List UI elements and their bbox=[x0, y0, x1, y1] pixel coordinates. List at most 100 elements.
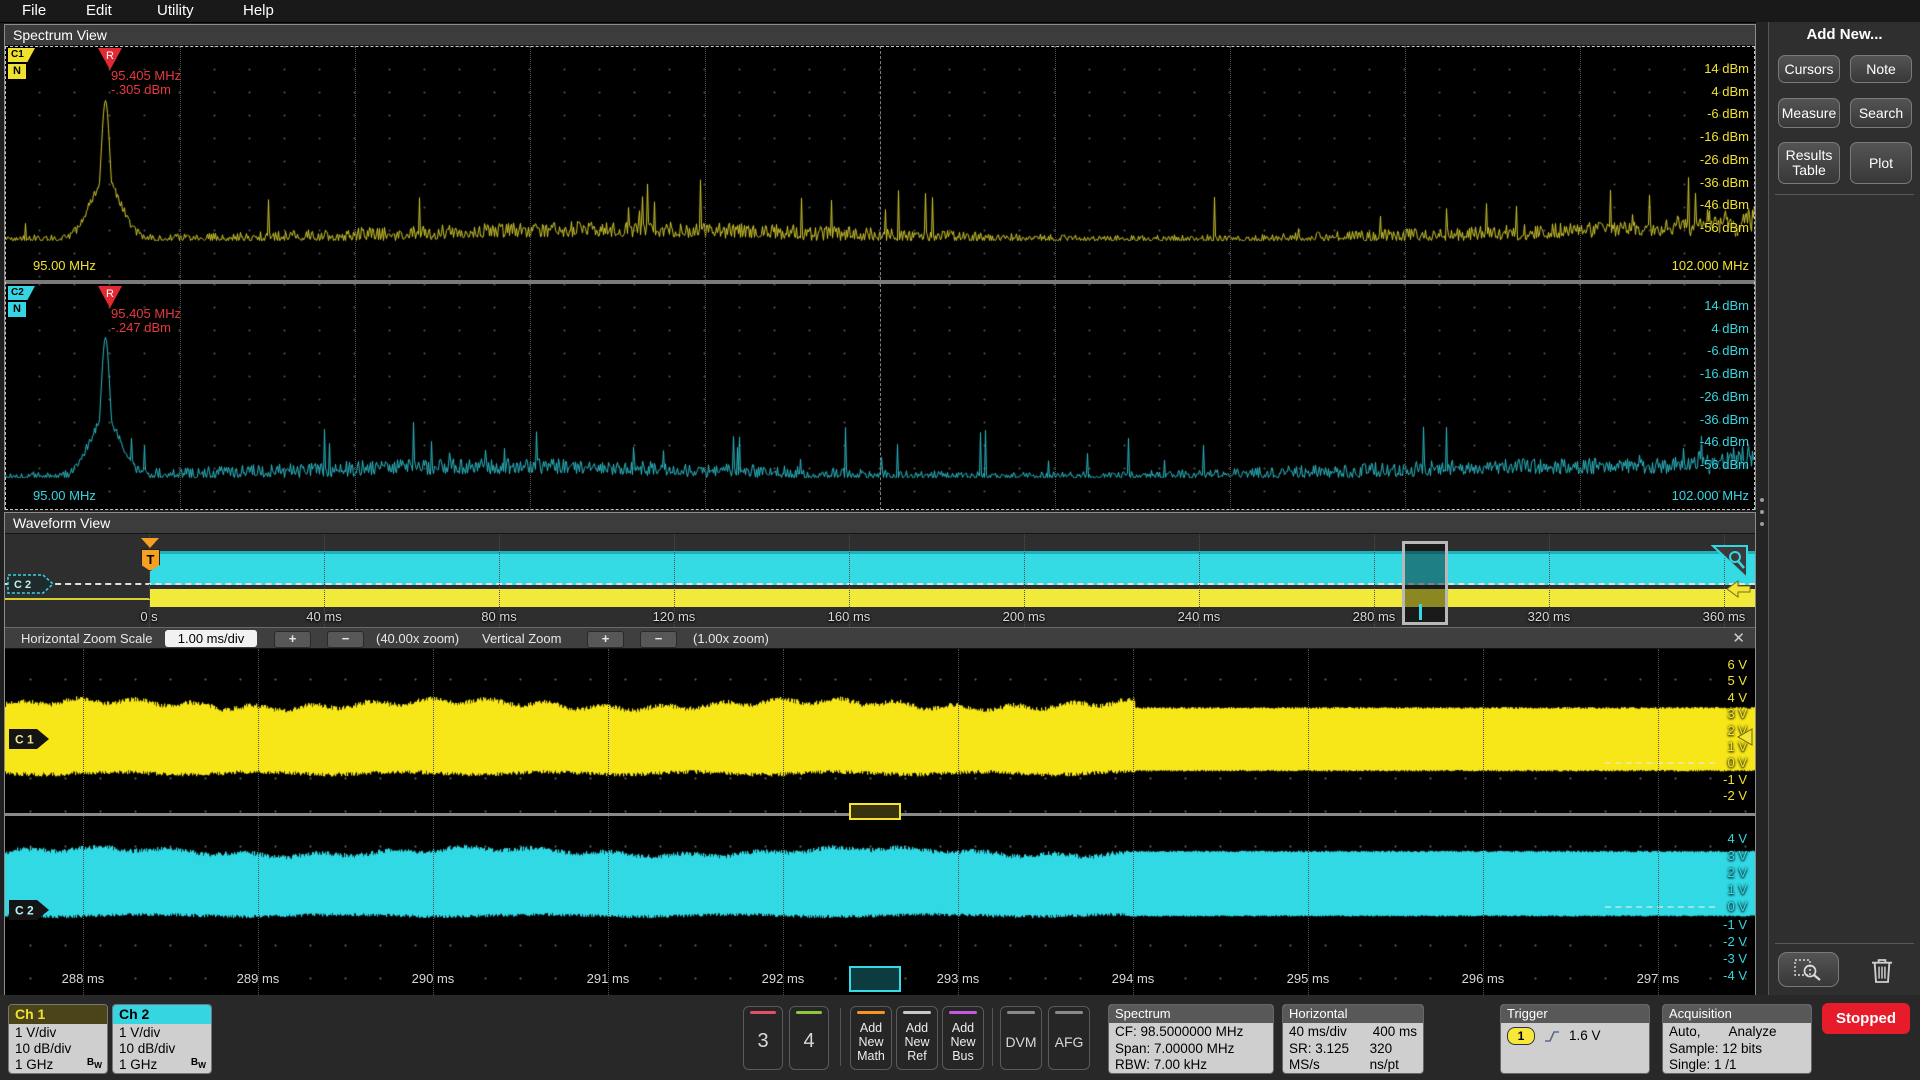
channel-1-badge[interactable]: Ch 1 1 V/div 10 dB/div 1 GHz BW bbox=[8, 1004, 108, 1074]
svg-text:C 2: C 2 bbox=[14, 579, 31, 591]
trigger-level-arrow-icon[interactable] bbox=[1737, 728, 1755, 746]
overview-time-label: 320 ms bbox=[1528, 609, 1571, 624]
channel-3-button[interactable]: 3 bbox=[743, 1006, 783, 1070]
h-zoom-scale-label: Horizontal Zoom Scale bbox=[21, 631, 153, 646]
measure-button[interactable]: Measure bbox=[1778, 98, 1840, 128]
plot-button[interactable]: Plot bbox=[1850, 142, 1912, 184]
trigger-level: 1.6 V bbox=[1569, 1028, 1601, 1045]
trigger-position-icon[interactable] bbox=[141, 538, 159, 548]
dbm-axis-label: -16 dBm bbox=[1700, 366, 1749, 381]
spectrum-view-panel: Spectrum View C1 N R 95.405 MHz -.305 dB… bbox=[4, 24, 1756, 510]
freq-start-label: 95.00 MHz bbox=[33, 488, 96, 503]
v-zoom-plus-button[interactable]: + bbox=[587, 631, 624, 648]
channel-tag-label: C1 bbox=[8, 48, 35, 62]
spectrum-settings-panel[interactable]: Spectrum CF: 98.5000000 MHz Span: 7.0000… bbox=[1108, 1004, 1274, 1074]
dbm-axis-label: -6 dBm bbox=[1707, 106, 1749, 121]
channel-2-badge[interactable]: Ch 2 1 V/div 10 dB/div 1 GHz BW bbox=[112, 1004, 212, 1074]
overview-time-label: 160 ms bbox=[828, 609, 871, 624]
close-zoom-bar-icon[interactable]: ✕ bbox=[1732, 629, 1745, 647]
svg-text:R: R bbox=[106, 288, 114, 300]
overview-zero-line bbox=[5, 583, 1755, 585]
add-new-math-button[interactable]: AddNewMath bbox=[850, 1006, 892, 1070]
waveform-view-title: Waveform View bbox=[5, 513, 1755, 534]
zoom-plot-ch1[interactable]: C 1 6 V5 V4 V3 V2 V1 V0 V-1 V-2 V bbox=[5, 649, 1755, 813]
acquisition-settings-title: Acquisition bbox=[1663, 1005, 1811, 1023]
zoom-window-box[interactable] bbox=[1402, 541, 1448, 625]
trigger-level-arrow-icon[interactable] bbox=[1727, 580, 1751, 598]
v-zoom-minus-button[interactable]: − bbox=[640, 631, 677, 648]
dbm-axis-label: -26 dBm bbox=[1700, 389, 1749, 404]
h-zoom-plus-button[interactable]: + bbox=[274, 631, 311, 648]
acq-single: Single: 1 /1 bbox=[1669, 1057, 1805, 1074]
panel-divider bbox=[1775, 943, 1914, 944]
dbm-axis-label: -36 dBm bbox=[1700, 175, 1749, 190]
overview-channel-handle-c2[interactable]: C 2 bbox=[7, 574, 55, 594]
channel-tag-c1[interactable]: C1 N bbox=[8, 48, 35, 79]
menu-utility[interactable]: Utility bbox=[157, 2, 194, 19]
spectrum-view-content[interactable]: C1 N R 95.405 MHz -.305 dBm 95.00 MHz 10… bbox=[5, 46, 1755, 510]
note-button[interactable]: Note bbox=[1850, 55, 1912, 83]
h-zoom-minus-button[interactable]: − bbox=[327, 631, 364, 648]
volt-axis-label: -2 V bbox=[1723, 788, 1747, 803]
dbm-axis-label: 14 dBm bbox=[1704, 61, 1749, 76]
trigger-settings-panel[interactable]: Trigger 1 1.6 V bbox=[1500, 1004, 1650, 1074]
dbm-axis-label: 14 dBm bbox=[1704, 298, 1749, 313]
panel-splitter[interactable] bbox=[1756, 22, 1768, 995]
channel-2-name: Ch 2 bbox=[113, 1005, 211, 1024]
spectrum-trace-ch1 bbox=[5, 46, 1755, 280]
results-table-button[interactable]: Results Table bbox=[1778, 142, 1840, 184]
dbm-axis-label: -46 dBm bbox=[1700, 197, 1749, 212]
acq-sample: Sample: 12 bits bbox=[1669, 1041, 1805, 1058]
marker-frequency: 95.405 MHz bbox=[111, 306, 181, 321]
event-marker-box-ch2[interactable] bbox=[849, 966, 901, 992]
zoom-time-label: 293 ms bbox=[937, 971, 980, 986]
acquisition-settings-panel[interactable]: Acquisition Auto,Analyze Sample: 12 bits… bbox=[1662, 1004, 1812, 1074]
add-new-ref-button[interactable]: AddNewRef bbox=[896, 1006, 938, 1070]
splitter-dots-icon bbox=[1760, 498, 1764, 502]
waveform-overview-strip[interactable]: C 2 T 0 s40 ms80 ms120 ms160 ms200 ms240… bbox=[5, 534, 1755, 627]
zoom-time-label: 296 ms bbox=[1462, 971, 1505, 986]
channel-badge-c2[interactable]: C 2 bbox=[9, 900, 49, 920]
volt-axis-label: -3 V bbox=[1723, 951, 1747, 966]
menu-edit[interactable]: Edit bbox=[86, 2, 112, 19]
zoomed-waveform-area[interactable]: C 1 6 V5 V4 V3 V2 V1 V0 V-1 V-2 V C 2 bbox=[5, 649, 1755, 995]
trash-icon[interactable] bbox=[1866, 954, 1898, 986]
volt-axis-label: 5 V bbox=[1727, 673, 1747, 688]
volt-axis-label: 2 V bbox=[1727, 865, 1747, 880]
overview-zoom-handle-icon[interactable] bbox=[1711, 544, 1749, 580]
volt-axis-label: -2 V bbox=[1723, 934, 1747, 949]
volt-axis-label: 6 V bbox=[1727, 657, 1747, 672]
freq-end-label: 102.000 MHz bbox=[1672, 258, 1749, 273]
event-marker-box-ch1[interactable] bbox=[849, 803, 901, 820]
dvm-button[interactable]: DVM bbox=[1000, 1006, 1042, 1070]
volt-axis-label: 3 V bbox=[1727, 848, 1747, 863]
run-stop-button[interactable]: Stopped bbox=[1822, 1003, 1910, 1034]
h-window: 400 ms bbox=[1373, 1024, 1417, 1041]
zoom-time-label: 295 ms bbox=[1287, 971, 1330, 986]
channel-badge-c1[interactable]: C 1 bbox=[9, 729, 49, 749]
spectrum-plot-ch1[interactable]: C1 N R 95.405 MHz -.305 dBm 95.00 MHz 10… bbox=[5, 46, 1755, 280]
zoom-time-label: 294 ms bbox=[1112, 971, 1155, 986]
dbm-axis-label: -16 dBm bbox=[1700, 129, 1749, 144]
h-record-length: RL: 1.25 Mpts bbox=[1289, 1074, 1372, 1075]
menu-help[interactable]: Help bbox=[243, 2, 274, 19]
channel-4-button[interactable]: 4 bbox=[789, 1006, 829, 1070]
afg-label: AFG bbox=[1055, 1014, 1084, 1069]
afg-button[interactable]: AFG bbox=[1048, 1006, 1090, 1070]
bandwidth-limit-icon: BW bbox=[191, 1055, 206, 1073]
add-new-bus-button[interactable]: AddNewBus bbox=[942, 1006, 984, 1070]
menu-file[interactable]: File bbox=[22, 2, 46, 19]
horizontal-settings-panel[interactable]: Horizontal 40 ms/div400 ms SR: 3.125 MS/… bbox=[1282, 1004, 1424, 1074]
channel-nav-label: N bbox=[8, 64, 26, 79]
spectrum-plot-ch2[interactable]: C2 N R 95.405 MHz -.247 dBm 95.00 MHz 10… bbox=[5, 284, 1755, 510]
cursors-button[interactable]: Cursors bbox=[1778, 55, 1840, 83]
dbm-axis-label: -26 dBm bbox=[1700, 152, 1749, 167]
h-zoom-scale-value[interactable]: 1.00 ms/div bbox=[165, 630, 257, 647]
zoom-mode-button[interactable] bbox=[1778, 952, 1839, 987]
zoom-time-label: 297 ms bbox=[1637, 971, 1680, 986]
zoom-time-label: 289 ms bbox=[237, 971, 280, 986]
search-button[interactable]: Search bbox=[1850, 98, 1912, 128]
channel-tag-c2[interactable]: C2 N bbox=[8, 286, 35, 317]
trigger-settings-title: Trigger bbox=[1501, 1005, 1649, 1023]
ground-level-dashes bbox=[1605, 762, 1715, 764]
